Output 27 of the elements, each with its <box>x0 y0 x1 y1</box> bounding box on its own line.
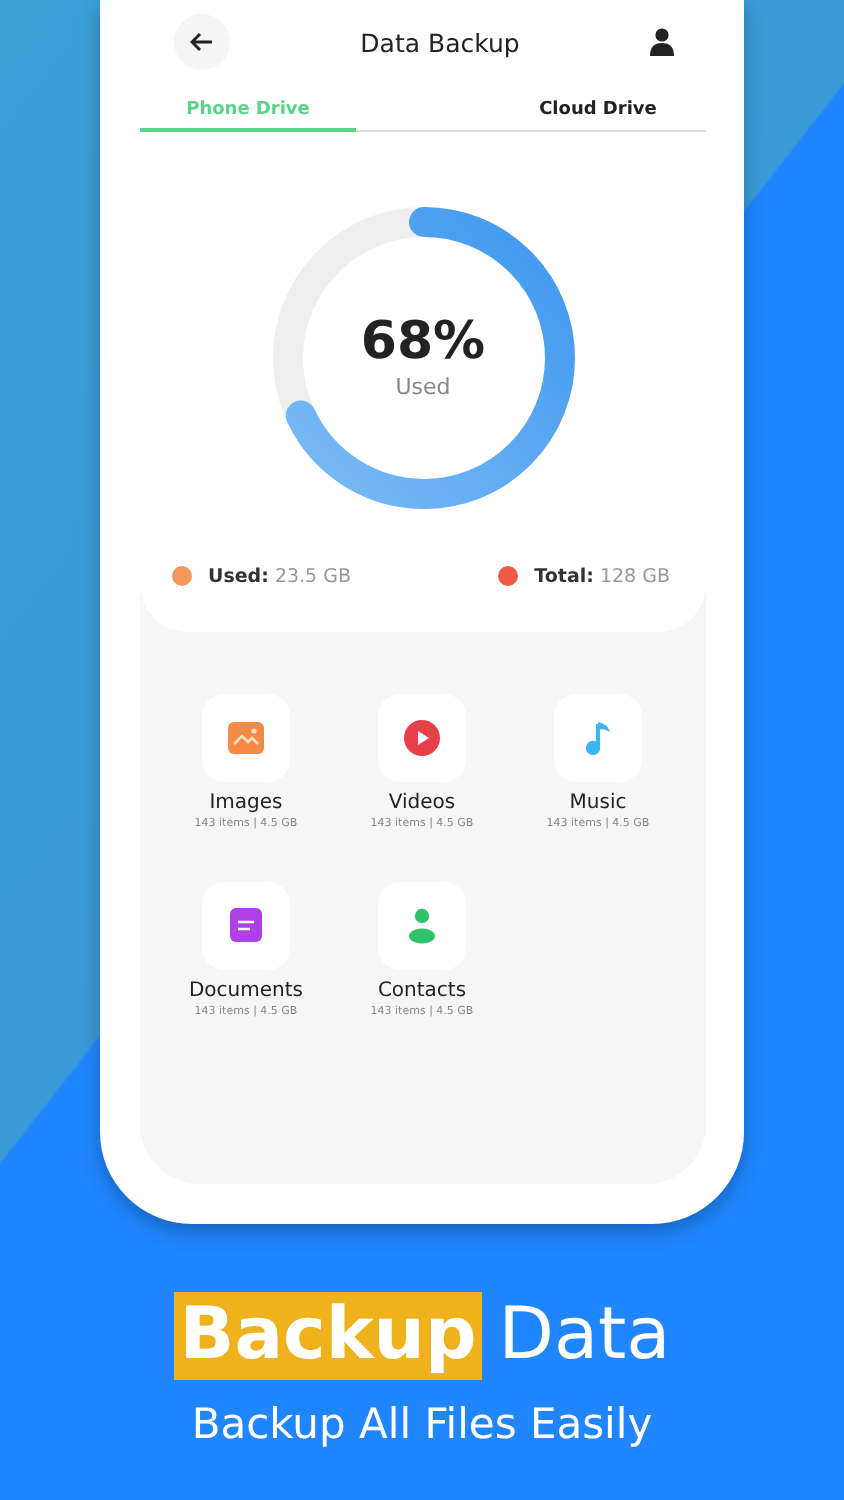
back-button[interactable] <box>174 14 230 70</box>
subtitle: Backup All Files Easily <box>191 1400 653 1448</box>
category-name: Contacts <box>377 979 467 1001</box>
category-name: Images <box>209 791 283 813</box>
category-tile[interactable] <box>202 881 290 969</box>
headline-highlight: Backup <box>173 1292 483 1380</box>
person-icon <box>408 907 436 943</box>
category-name: Music <box>569 791 627 813</box>
category-tile[interactable] <box>554 693 642 781</box>
tab[interactable]: Cloud Drive <box>490 100 706 132</box>
category-name: Videos <box>388 791 456 813</box>
document-icon <box>230 908 262 942</box>
legend-label: Used: 23.5 GB <box>208 565 352 587</box>
category-name: Documents <box>188 979 304 1001</box>
legend-label: Total: 128 GB <box>534 565 670 587</box>
image-icon <box>228 721 264 753</box>
category-tile[interactable] <box>378 693 466 781</box>
music-note-icon <box>584 719 612 755</box>
usage-percent: 68% <box>360 315 486 367</box>
back-arrow-icon <box>190 32 214 52</box>
headline-text: Data <box>498 1292 671 1380</box>
profile-icon[interactable] <box>649 28 674 56</box>
category-tile[interactable] <box>378 881 466 969</box>
usage-caption: Used <box>395 373 451 399</box>
screen-title: Data Backup <box>360 27 520 57</box>
category-tile[interactable] <box>202 693 290 781</box>
play-icon <box>404 719 440 755</box>
